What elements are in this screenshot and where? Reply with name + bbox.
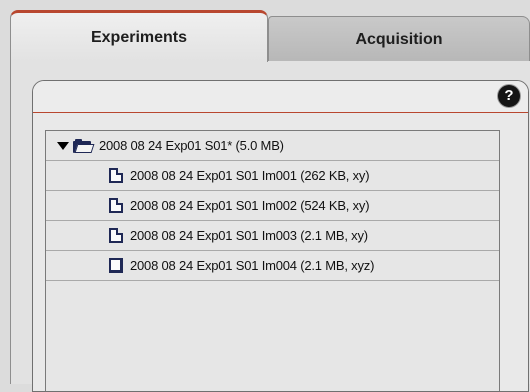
tree-row-im003[interactable]: 2008 08 24 Exp01 S01 Im003 (2.1 MB, xy) [46, 221, 499, 251]
panel-header: ? [33, 81, 528, 113]
tree-item-label: 2008 08 24 Exp01 S01 Im001 (262 KB, xy) [130, 168, 370, 183]
tab-bar: Experiments Acquisition [10, 10, 530, 62]
file-icon [109, 228, 123, 243]
tree-row-root[interactable]: 2008 08 24 Exp01 S01* (5.0 MB) [46, 131, 499, 161]
file-icon [109, 198, 123, 213]
tree-item-label: 2008 08 24 Exp01 S01 Im003 (2.1 MB, xy) [130, 228, 368, 243]
tab-acquisition-label: Acquisition [355, 30, 443, 48]
tree-row-im001[interactable]: 2008 08 24 Exp01 S01 Im001 (262 KB, xy) [46, 161, 499, 191]
stack-file-icon [109, 258, 123, 273]
tree-row-im004[interactable]: 2008 08 24 Exp01 S01 Im004 (2.1 MB, xyz) [46, 251, 499, 281]
folder-open-icon [73, 138, 95, 153]
tree-row-im002[interactable]: 2008 08 24 Exp01 S01 Im002 (524 KB, xy) [46, 191, 499, 221]
tab-experiments-label: Experiments [90, 28, 188, 46]
tab-acquisition[interactable]: Acquisition [268, 16, 530, 62]
experiments-tab-content: ? 2008 08 24 Exp01 S01* (5.0 MB) 2008 08… [10, 61, 530, 392]
file-icon [109, 168, 123, 183]
tab-experiments[interactable]: Experiments [10, 10, 268, 62]
tree-root-label: 2008 08 24 Exp01 S01* (5.0 MB) [99, 138, 284, 153]
help-icon[interactable]: ? [498, 85, 520, 107]
tree-item-label: 2008 08 24 Exp01 S01 Im004 (2.1 MB, xyz) [130, 258, 375, 273]
tree-item-label: 2008 08 24 Exp01 S01 Im002 (524 KB, xy) [130, 198, 370, 213]
experiment-tree: 2008 08 24 Exp01 S01* (5.0 MB) 2008 08 2… [45, 130, 500, 391]
expand-triangle-icon[interactable] [57, 141, 69, 150]
